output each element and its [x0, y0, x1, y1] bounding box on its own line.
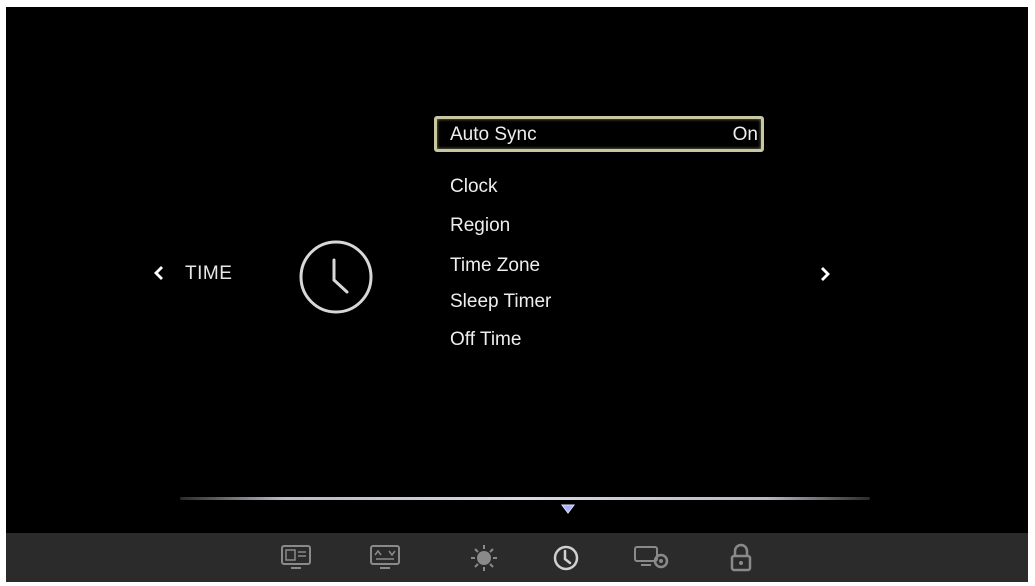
menu-item-label: Auto Sync: [450, 124, 537, 145]
menu-item-auto-sync[interactable]: Auto Sync On: [434, 116, 764, 152]
section-title: TIME: [185, 263, 233, 284]
sound-icon[interactable]: [467, 543, 501, 573]
chevron-right-icon[interactable]: [820, 265, 834, 283]
menu-item-label: Off Time: [450, 329, 522, 350]
menu-item-time-zone[interactable]: Time Zone: [434, 247, 764, 283]
menu-item-clock[interactable]: Clock: [434, 168, 764, 204]
setup-icon[interactable]: [632, 543, 672, 573]
picture-icon[interactable]: [279, 543, 313, 573]
menu-item-off-time[interactable]: Off Time: [434, 321, 764, 357]
screen-icon[interactable]: [368, 543, 402, 573]
menu-item-label: Clock: [450, 176, 498, 197]
menu-divider: [180, 497, 870, 500]
menu-item-sleep-timer[interactable]: Sleep Timer: [434, 283, 764, 319]
menu-item-label: Region: [450, 215, 511, 236]
menu-item-region[interactable]: Region: [434, 207, 764, 243]
chevron-left-icon[interactable]: [150, 264, 164, 282]
menu-item-value: On: [732, 124, 758, 145]
down-marker-icon: [560, 502, 576, 520]
bottom-menu-bar: [6, 533, 1028, 582]
lock-icon[interactable]: [728, 543, 754, 573]
time-icon[interactable]: [551, 543, 581, 573]
menu-item-label: Sleep Timer: [450, 291, 552, 312]
menu-item-label: Time Zone: [450, 255, 541, 276]
clock-icon: [297, 238, 375, 321]
